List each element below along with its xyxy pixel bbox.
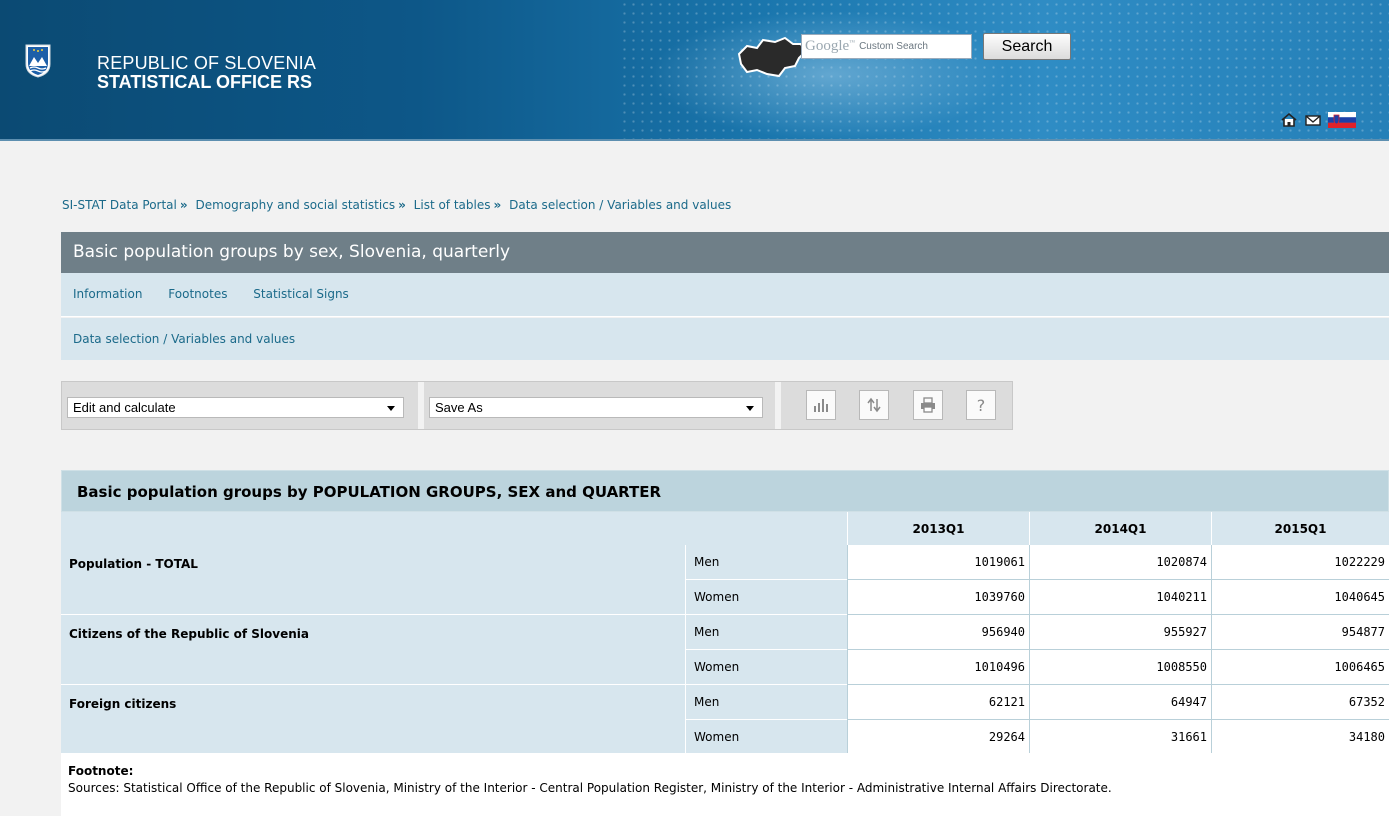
breadcrumb-list-of-tables[interactable]: List of tables [414,198,491,212]
row-group-label: Citizens of the Republic of Slovenia [61,615,685,685]
chart-icon [814,399,828,412]
sex-label: Men [685,685,847,720]
sex-label: Men [685,615,847,650]
table-cell: 956940 [847,615,1029,650]
chart-button[interactable] [806,390,836,420]
search-button[interactable]: Search [983,33,1071,60]
header-glow [650,10,1010,140]
table-cell: 1019061 [847,545,1029,580]
breadcrumb: SI-STAT Data Portal» Demography and soci… [62,198,731,212]
breadcrumb-separator: » [493,198,502,212]
info-links-bar: Information Footnotes Statistical Signs [61,273,1389,317]
footnote: Footnote: Sources: Statistical Office of… [61,753,1389,816]
breadcrumb-current: Data selection / Variables and values [509,198,732,212]
breadcrumb-separator: » [179,198,188,212]
chevron-down-icon [387,406,395,411]
header-border [0,139,1389,141]
column-header[interactable]: 2014Q1 [1029,512,1211,545]
statistical-signs-link[interactable]: Statistical Signs [253,287,349,301]
table-header-stub [61,512,847,545]
footnotes-link[interactable]: Footnotes [168,287,227,301]
table-header-row: 2013Q1 2014Q1 2015Q1 [61,512,1389,545]
edit-calculate-select[interactable]: Edit and calculate [67,397,404,418]
sex-label: Women [685,720,847,755]
table-title: Basic population groups by POPULATION GR… [61,470,1389,512]
table-cell: 1006465 [1211,650,1389,685]
slovenia-map-icon [737,36,807,78]
sex-label: Women [685,650,847,685]
edit-calculate-value: Edit and calculate [73,400,176,415]
table-cell: 31661 [1029,720,1211,755]
table-row: Women 1039760 1040211 1040645 [685,580,1389,615]
table-cell: 954877 [1211,615,1389,650]
data-selection-link[interactable]: Data selection / Variables and values [73,332,295,346]
table-cell: 1040645 [1211,580,1389,615]
search-input[interactable]: Google™ Custom Search [801,34,972,59]
table-row: Women 29264 31661 34180 [685,720,1389,755]
mail-icon[interactable] [1304,112,1322,128]
breadcrumb-separator: » [398,198,406,212]
save-as-select[interactable]: Save As [429,397,763,418]
help-icon: ? [976,395,986,415]
selection-bar: Data selection / Variables and values [61,318,1389,360]
search-sublabel: Custom Search [859,41,928,52]
column-header[interactable]: 2013Q1 [847,512,1029,545]
sex-label: Men [685,545,847,580]
table-cell: 1020874 [1029,545,1211,580]
table-cell: 1008550 [1029,650,1211,685]
slovenian-flag-icon[interactable] [1328,112,1356,128]
table-cell: 1022229 [1211,545,1389,580]
table-cell: 1010496 [847,650,1029,685]
site-header: REPUBLIC OF SLOVENIA STATISTICAL OFFICE … [0,0,1389,141]
chevron-down-icon [746,406,754,411]
pivot-icon [867,397,881,413]
table-cell: 64947 [1029,685,1211,720]
help-button[interactable]: ? [966,390,996,420]
table-row: Men 62121 64947 67352 [685,685,1389,720]
column-header[interactable]: 2015Q1 [1211,512,1389,545]
row-group-label: Population - TOTAL [61,545,685,615]
toolbar: Edit and calculate Save As ? [61,381,1013,430]
print-button[interactable] [913,390,943,420]
table-cell: 62121 [847,685,1029,720]
data-table: 2013Q1 2014Q1 2015Q1 Population - TOTAL Men 1… [61,512,1389,755]
save-as-value: Save As [435,400,483,415]
table-cell: 67352 [1211,685,1389,720]
table-row: Men 1019061 1020874 1022229 [685,545,1389,580]
table-cell: 955927 [1029,615,1211,650]
home-icon[interactable] [1280,112,1298,128]
table-cell: 1040211 [1029,580,1211,615]
org-name-line2[interactable]: STATISTICAL OFFICE RS [97,72,312,93]
information-link[interactable]: Information [73,287,142,301]
table-cell: 1039760 [847,580,1029,615]
table-cell: 29264 [847,720,1029,755]
table-cell: 34180 [1211,720,1389,755]
row-group-label: Foreign citizens [61,685,685,755]
search-brand: Google™ [805,38,856,54]
sex-label: Women [685,580,847,615]
pivot-button[interactable] [859,390,889,420]
footnote-text: Sources: Statistical Office of the Repub… [68,781,1112,795]
page-title: Basic population groups by sex, Slovenia… [61,232,1389,273]
crest-icon[interactable] [25,44,51,78]
breadcrumb-demography[interactable]: Demography and social statistics [195,198,395,212]
breadcrumb-portal[interactable]: SI-STAT Data Portal [62,198,177,212]
table-row: Women 1010496 1008550 1006465 [685,650,1389,685]
footnote-heading: Footnote: [68,764,134,778]
toolbar-divider [775,382,781,429]
toolbar-divider [418,382,424,429]
org-name-line1[interactable]: REPUBLIC OF SLOVENIA [97,53,316,74]
header-icons [1280,112,1356,128]
print-icon [921,397,935,413]
table-row: Men 956940 955927 954877 [685,615,1389,650]
